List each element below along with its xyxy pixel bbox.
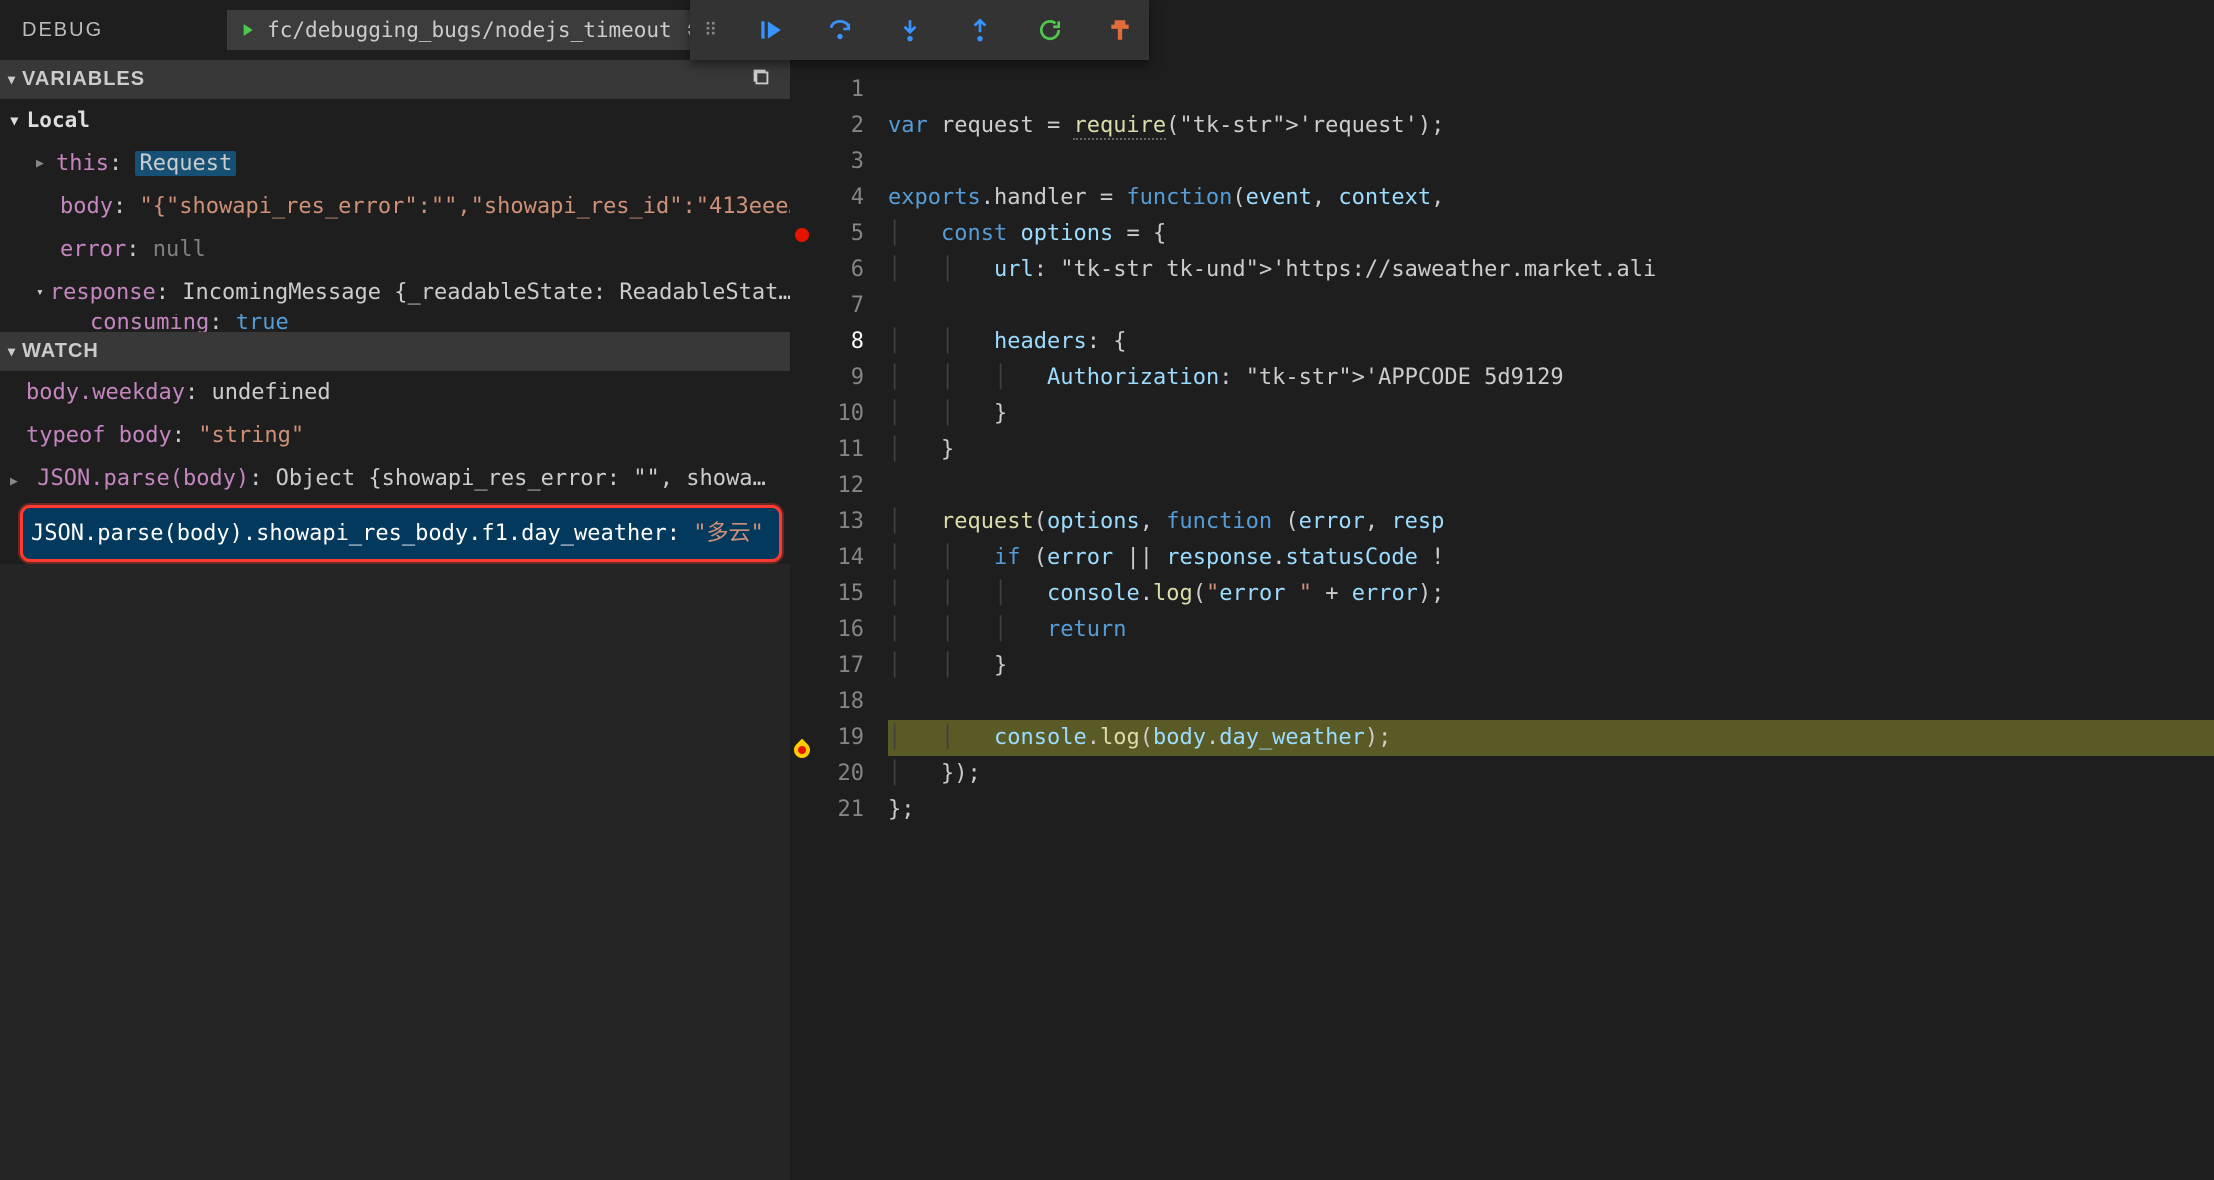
step-out-button[interactable] [965, 15, 995, 45]
stop-button[interactable] [1105, 15, 1135, 45]
current-line-icon [791, 739, 814, 762]
variables-section-header[interactable]: ▾ VARIABLES [0, 60, 790, 99]
step-into-button[interactable] [895, 15, 925, 45]
watch-row[interactable]: typeof body: "string" [0, 414, 790, 457]
variable-row[interactable]: ▾ response: IncomingMessage {_readableSt… [0, 271, 790, 314]
variables-tree: ▾ Local ▶ this: Request body: "{"showapi… [0, 99, 790, 332]
continue-button[interactable] [755, 15, 785, 45]
debug-toolbar: ⠿ [690, 0, 1149, 60]
watch-tree: body.weekday: undefined typeof body: "st… [0, 371, 790, 564]
watch-row-highlighted[interactable]: JSON.parse(body).showapi_res_body.f1.day… [20, 505, 782, 562]
watch-section-header[interactable]: ▾ WATCH [0, 332, 790, 371]
variables-title: VARIABLES [22, 68, 145, 91]
toolbar-grip-icon[interactable]: ⠿ [704, 20, 715, 41]
chevron-down-icon: ▾ [36, 271, 44, 314]
breakpoint-icon[interactable] [795, 228, 809, 242]
watch-title: WATCH [22, 340, 99, 363]
breakpoint-gutter[interactable] [790, 60, 814, 1180]
debug-view-label: DEBUG [22, 19, 103, 42]
chevron-down-icon: ▾ [8, 99, 21, 142]
topbar: DEBUG fc/debugging_bugs/nodejs_timeout ▲… [0, 0, 2214, 60]
launch-config-selector[interactable]: fc/debugging_bugs/nodejs_timeout ▲▼ [227, 10, 705, 50]
collapse-all-icon[interactable] [750, 66, 772, 94]
launch-config-name: fc/debugging_bugs/nodejs_timeout [257, 18, 682, 42]
variable-row[interactable]: error: null [0, 228, 790, 271]
debug-side-panel: ▾ VARIABLES ▾ Local ▶ this: Request body… [0, 60, 790, 1180]
start-debug-icon[interactable] [237, 20, 257, 40]
variable-row[interactable]: consuming: true [0, 314, 790, 332]
step-over-button[interactable] [825, 15, 855, 45]
variable-row[interactable]: body: "{"showapi_res_error":"","showapi_… [0, 185, 790, 228]
chevron-down-icon: ▾ [8, 343, 16, 360]
variable-row[interactable]: ▶ this: Request [0, 142, 790, 185]
watch-row[interactable]: ▶ JSON.parse(body): Object {showapi_res_… [0, 457, 790, 503]
chevron-down-icon: ▾ [8, 71, 16, 88]
code-editor[interactable]: 123456789101112131415161718192021 var re… [790, 60, 2214, 1180]
line-number-gutter: 123456789101112131415161718192021 [814, 60, 888, 1180]
restart-button[interactable] [1035, 15, 1065, 45]
scope-local[interactable]: ▾ Local [0, 99, 790, 142]
watch-row[interactable]: body.weekday: undefined [0, 371, 790, 414]
chevron-right-icon: ▶ [10, 460, 24, 503]
code-content[interactable]: var request = require("tk-str">'request'… [888, 60, 2214, 1180]
chevron-right-icon: ▶ [36, 142, 50, 185]
